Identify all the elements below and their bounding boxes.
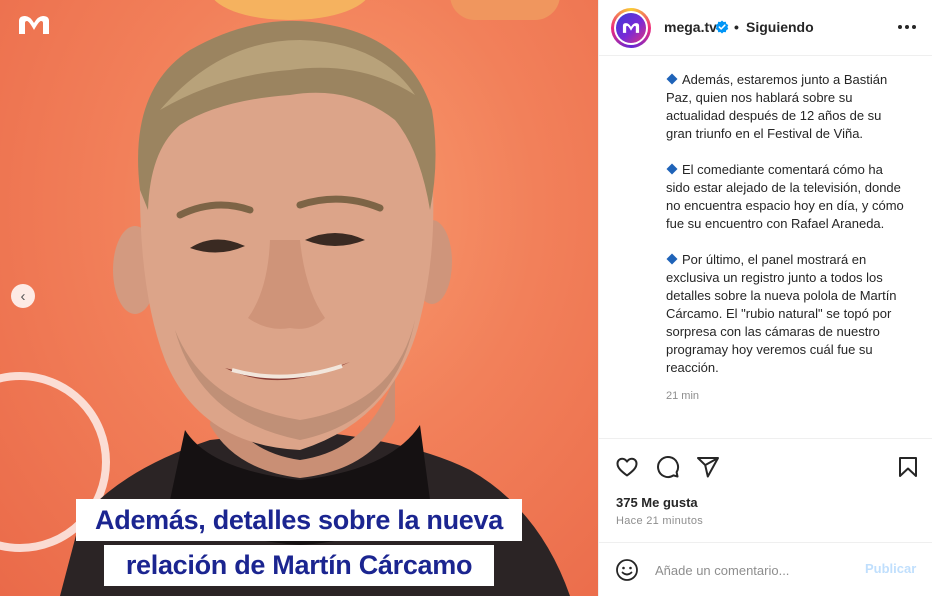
description-paragraph: Por último, el panel mostrará en exclusi… bbox=[666, 251, 905, 377]
heart-icon[interactable] bbox=[615, 455, 639, 479]
mega-logo-icon bbox=[19, 16, 49, 34]
more-options-icon[interactable] bbox=[895, 17, 919, 37]
post-side-panel: mega.tv • Siguiendo Además, estaremos ju… bbox=[598, 0, 932, 596]
chevron-left-icon: ‹ bbox=[20, 287, 26, 305]
paper-plane-icon[interactable] bbox=[696, 455, 720, 479]
caption-line-2: relación de Martín Cárcamo bbox=[104, 545, 494, 586]
paragraph-text: El comediante comentará cómo ha sido est… bbox=[666, 162, 904, 231]
blue-diamond-icon bbox=[666, 253, 678, 265]
post-header: mega.tv • Siguiendo bbox=[599, 0, 932, 56]
mega-avatar-logo bbox=[616, 13, 646, 43]
separator-dot: • bbox=[734, 19, 739, 35]
avatar[interactable] bbox=[611, 8, 651, 48]
comment-bubble-icon[interactable] bbox=[656, 455, 680, 479]
carousel-previous-button[interactable]: ‹ bbox=[11, 284, 35, 308]
username-link[interactable]: mega.tv bbox=[664, 19, 717, 35]
bookmark-icon[interactable] bbox=[896, 455, 920, 479]
description-paragraph: Además, estaremos junto a Bastián Paz, q… bbox=[666, 71, 905, 143]
post-media[interactable]: ‹ Además, detalles sobre la nueva relaci… bbox=[0, 0, 598, 596]
blue-diamond-icon bbox=[666, 163, 678, 175]
paragraph-text: Por último, el panel mostrará en exclusi… bbox=[666, 252, 897, 375]
description-paragraph: El comediante comentará cómo ha sido est… bbox=[666, 161, 905, 233]
verified-badge-icon bbox=[715, 20, 729, 34]
post-timestamp: Hace 21 minutos bbox=[616, 515, 704, 527]
comment-timestamp: 21 min bbox=[666, 390, 700, 402]
add-comment-bar: Publicar bbox=[599, 542, 932, 596]
mega-logo-icon bbox=[622, 23, 640, 33]
smiley-icon[interactable] bbox=[615, 558, 639, 582]
comment-input[interactable] bbox=[655, 559, 855, 581]
post-actions: 375 Me gusta Hace 21 minutos bbox=[599, 438, 932, 542]
post-viewer: ‹ Además, detalles sobre la nueva relaci… bbox=[0, 0, 932, 596]
caption-line-1: Además, detalles sobre la nueva bbox=[76, 499, 522, 541]
avatar-ring bbox=[614, 11, 648, 45]
blue-diamond-icon bbox=[666, 73, 678, 85]
paragraph-text: Además, estaremos junto a Bastián Paz, q… bbox=[666, 72, 888, 141]
post-description: Además, estaremos junto a Bastián Paz, q… bbox=[599, 57, 932, 438]
following-button[interactable]: Siguiendo bbox=[746, 19, 814, 35]
likes-count[interactable]: 375 Me gusta bbox=[616, 495, 698, 510]
publish-button[interactable]: Publicar bbox=[865, 561, 916, 576]
